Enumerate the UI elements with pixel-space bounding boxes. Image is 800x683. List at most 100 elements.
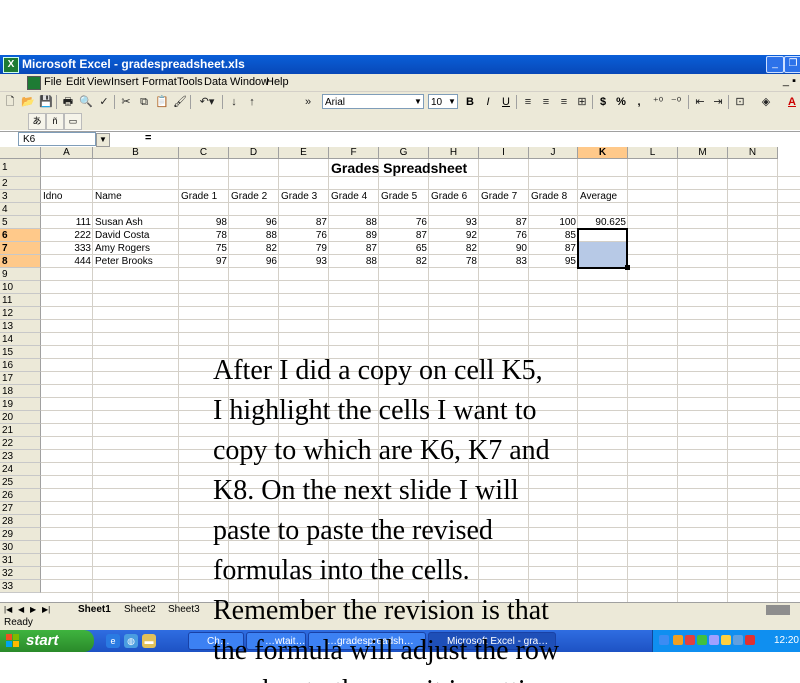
fill-color-icon[interactable]: ◈: [758, 94, 774, 110]
paste-icon[interactable]: 📋: [154, 94, 170, 110]
row-header-7[interactable]: 7: [0, 242, 41, 255]
grade-cell[interactable]: 87: [529, 242, 578, 255]
header-cell[interactable]: Name: [95, 190, 179, 203]
format-painter-icon[interactable]: 🖌: [172, 94, 188, 110]
increase-indent-icon[interactable]: ⇥: [710, 94, 726, 110]
column-header-a[interactable]: A: [41, 147, 93, 159]
align-right-icon[interactable]: ≡: [556, 94, 572, 110]
average-cell[interactable]: 90.625: [578, 216, 628, 229]
grade-cell[interactable]: 76: [279, 229, 329, 242]
tab-sheet2[interactable]: Sheet2: [124, 603, 156, 617]
name-box[interactable]: K6: [18, 132, 96, 146]
grade-cell[interactable]: 98: [179, 216, 229, 229]
average-cell[interactable]: [578, 229, 628, 242]
grade-cell[interactable]: 87: [279, 216, 329, 229]
row-header-23[interactable]: 23: [0, 450, 41, 463]
first-sheet-icon[interactable]: |◀: [4, 605, 12, 614]
italic-button[interactable]: I: [480, 94, 496, 110]
row-header-12[interactable]: 12: [0, 307, 41, 320]
ie-icon[interactable]: e: [106, 634, 120, 648]
grade-cell[interactable]: 96: [229, 255, 279, 268]
row-header-1[interactable]: 1: [0, 159, 41, 177]
sort-ascending-icon[interactable]: ↓: [226, 94, 242, 110]
column-header-h[interactable]: H: [429, 147, 479, 159]
grade-cell[interactable]: 88: [329, 216, 379, 229]
average-cell[interactable]: [578, 242, 628, 255]
name-cell[interactable]: Amy Rogers: [95, 242, 179, 255]
row-header-33[interactable]: 33: [0, 580, 41, 593]
row-header-28[interactable]: 28: [0, 515, 41, 528]
row-header-25[interactable]: 25: [0, 476, 41, 489]
doc-minimize-icon[interactable]: _ ▪: [783, 75, 796, 87]
grade-cell[interactable]: 100: [529, 216, 578, 229]
row-header-27[interactable]: 27: [0, 502, 41, 515]
row-header-15[interactable]: 15: [0, 346, 41, 359]
currency-button[interactable]: $: [596, 94, 610, 110]
column-header-i[interactable]: I: [479, 147, 529, 159]
grade-cell[interactable]: 85: [529, 229, 578, 242]
comma-button[interactable]: ,: [632, 94, 646, 110]
grade-cell[interactable]: 78: [429, 255, 479, 268]
id-cell[interactable]: 222: [41, 229, 93, 242]
grade-cell[interactable]: 83: [479, 255, 529, 268]
column-header-j[interactable]: J: [529, 147, 578, 159]
row-header-18[interactable]: 18: [0, 385, 41, 398]
menu-format[interactable]: Format: [142, 76, 177, 88]
column-header-l[interactable]: L: [628, 147, 678, 159]
id-cell[interactable]: 333: [41, 242, 93, 255]
row-header-20[interactable]: 20: [0, 411, 41, 424]
decrease-indent-icon[interactable]: ⇤: [692, 94, 708, 110]
phonetic-settings-icon[interactable]: ñ: [46, 113, 64, 130]
align-center-icon[interactable]: ≡: [538, 94, 554, 110]
menu-tools[interactable]: Tools: [177, 76, 203, 88]
row-header-3[interactable]: 3: [0, 190, 41, 203]
row-header-29[interactable]: 29: [0, 528, 41, 541]
menu-data[interactable]: Data: [204, 76, 227, 88]
bold-button[interactable]: B: [462, 94, 478, 110]
name-cell[interactable]: Susan Ash: [95, 216, 179, 229]
toolbar-options-icon[interactable]: »: [300, 94, 316, 110]
undo-icon[interactable]: ↶▾: [194, 94, 220, 110]
header-cell[interactable]: Grade 1: [181, 190, 229, 203]
tab-sheet3[interactable]: Sheet3: [168, 603, 200, 617]
menu-file[interactable]: File: [44, 76, 62, 88]
sort-descending-icon[interactable]: ↑: [244, 94, 260, 110]
last-sheet-icon[interactable]: ▶|: [42, 605, 50, 614]
menu-view[interactable]: View: [87, 76, 111, 88]
copy-icon[interactable]: ⧉: [136, 94, 152, 110]
grade-cell[interactable]: 97: [179, 255, 229, 268]
percent-button[interactable]: %: [614, 94, 628, 110]
grade-cell[interactable]: 87: [379, 229, 429, 242]
menu-window[interactable]: Window: [230, 76, 269, 88]
font-color-icon[interactable]: A: [784, 94, 800, 110]
column-header-e[interactable]: E: [279, 147, 329, 159]
header-cell[interactable]: Average: [580, 190, 628, 203]
print-preview-icon[interactable]: 🔍: [78, 94, 94, 110]
cut-icon[interactable]: ✂: [118, 94, 134, 110]
grade-cell[interactable]: 65: [379, 242, 429, 255]
row-header-16[interactable]: 16: [0, 359, 41, 372]
row-header-30[interactable]: 30: [0, 541, 41, 554]
phonetic-icon[interactable]: あ: [28, 113, 46, 130]
spelling-icon[interactable]: ✓: [96, 94, 112, 110]
header-cell[interactable]: Grade 4: [331, 190, 379, 203]
header-cell[interactable]: Grade 2: [231, 190, 279, 203]
grade-cell[interactable]: 89: [329, 229, 379, 242]
prev-sheet-icon[interactable]: ◀: [18, 605, 24, 614]
column-header-m[interactable]: M: [678, 147, 728, 159]
minimize-button[interactable]: _: [766, 56, 784, 73]
align-left-icon[interactable]: ≡: [520, 94, 536, 110]
start-button[interactable]: start: [0, 630, 94, 652]
menu-insert[interactable]: Insert: [111, 76, 139, 88]
header-cell[interactable]: Idno: [43, 190, 93, 203]
header-cell[interactable]: Grade 5: [381, 190, 429, 203]
select-all-corner[interactable]: [0, 147, 41, 159]
grade-cell[interactable]: 78: [179, 229, 229, 242]
borders-icon[interactable]: ⊡: [732, 94, 748, 110]
underline-button[interactable]: U: [498, 94, 514, 110]
row-header-32[interactable]: 32: [0, 567, 41, 580]
header-cell[interactable]: Grade 8: [531, 190, 578, 203]
row-header-21[interactable]: 21: [0, 424, 41, 437]
header-cell[interactable]: Grade 7: [481, 190, 529, 203]
row-header-5[interactable]: 5: [0, 216, 41, 229]
